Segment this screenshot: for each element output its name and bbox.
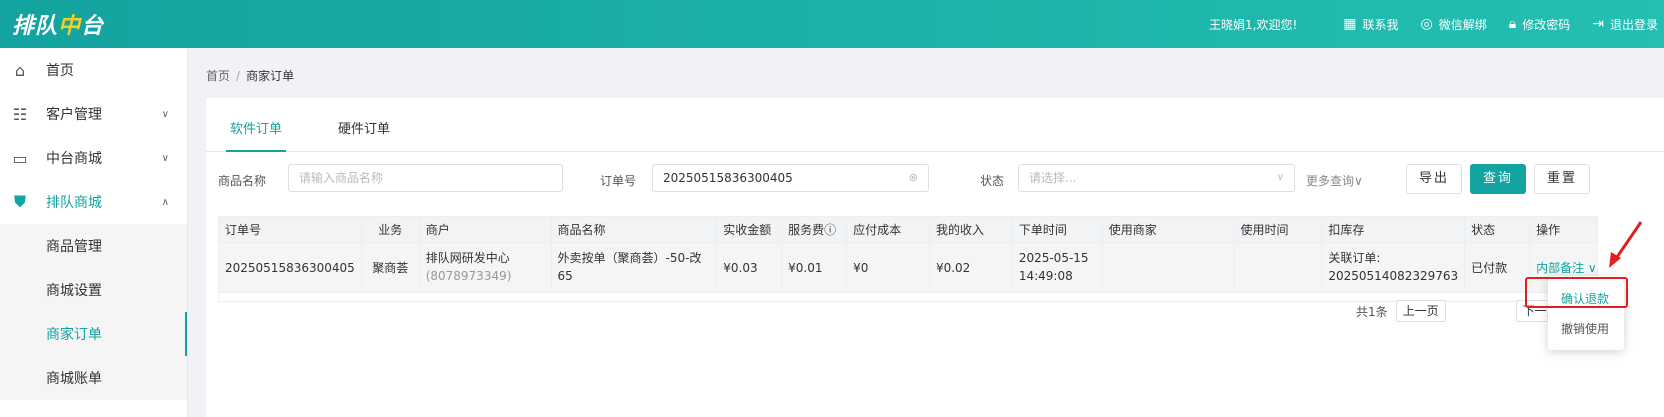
breadcrumb: 首页 / 商家订单	[206, 69, 295, 83]
chevron-down-icon: ∨	[161, 108, 169, 120]
pager-total: 共1条	[1356, 304, 1388, 319]
cancel-use-option[interactable]: 撤销使用	[1561, 320, 1609, 337]
status-label: 状态	[980, 174, 1005, 188]
internal-remark-link[interactable]: 内部备注	[1536, 261, 1584, 275]
order-tabs: 软件订单 硬件订单	[206, 98, 1664, 152]
top-header: 排队中台 王晓娟1,欢迎您! ▦ 联系我 ◎ 微信解绑 🔒︎ 修改密码 ⇥ 退出…	[0, 0, 1664, 48]
breadcrumb-current: 商家订单	[246, 69, 295, 83]
tab-hardware-orders[interactable]: 硬件订单	[334, 118, 394, 152]
sidebar-item-customer[interactable]: ☷ 客户管理 ∨	[0, 92, 187, 136]
chevron-up-icon: ∧	[161, 196, 169, 208]
sidebar-sub-product-mgmt[interactable]: 商品管理	[0, 224, 187, 268]
grid-icon: ▦	[1343, 16, 1357, 32]
sidebar-sub-store-bills[interactable]: 商城账单	[0, 356, 187, 400]
welcome-text: 王晓娟1,欢迎您!	[1209, 17, 1298, 32]
orders-table: 订单号 业务 商户 商品名称 实收金额 服务费ⓘ 应付成本 我的收入 下单时间 …	[218, 216, 1598, 302]
wechat-icon: ◎	[1420, 16, 1433, 32]
highlight-box	[1525, 277, 1628, 308]
breadcrumb-home[interactable]: 首页	[206, 69, 230, 83]
logout-link[interactable]: ⇥ 退出登录	[1592, 16, 1658, 33]
sidebar-item-store[interactable]: ▭ 中台商城 ∨	[0, 136, 187, 180]
shield-icon: ⛊	[13, 192, 26, 211]
sidebar-sub-store-settings[interactable]: 商城设置	[0, 268, 187, 312]
logout-icon: ⇥	[1592, 16, 1604, 32]
table-header: 订单号 业务 商户 商品名称 实收金额 服务费ⓘ 应付成本 我的收入 下单时间 …	[219, 217, 1597, 243]
chevron-down-icon[interactable]: ∨	[1588, 261, 1597, 275]
info-icon[interactable]: ⓘ	[824, 223, 836, 237]
product-name-input[interactable]: 请输入商品名称	[288, 164, 563, 192]
home-icon: ⌂	[14, 60, 26, 80]
product-name-label: 商品名称	[218, 174, 267, 188]
status-select[interactable]: 请选择... ∨	[1018, 164, 1295, 192]
order-no-label: 订单号	[600, 174, 637, 188]
query-button[interactable]: 查询	[1470, 164, 1526, 194]
clear-icon[interactable]: ⊗	[909, 165, 918, 191]
customer-icon: ☷	[12, 104, 28, 124]
reset-button[interactable]: 重置	[1534, 164, 1590, 194]
sidebar-item-queue-store[interactable]: ⛊ 排队商城 ∧	[0, 180, 187, 224]
sidebar-item-home[interactable]: ⌂ 首页	[0, 48, 187, 92]
wechat-unbind-link[interactable]: ◎ 微信解绑	[1421, 16, 1487, 33]
sidebar: ⌂ 首页 ☷ 客户管理 ∨ ▭ 中台商城 ∨ ⛊ 排队商城 ∧ 商品管理 商城设…	[0, 48, 188, 417]
logo: 排队中台	[12, 14, 105, 39]
contact-link[interactable]: ▦ 联系我	[1343, 16, 1398, 33]
red-arrow-annotation	[1609, 221, 1643, 268]
table-row: 20250515836300405 聚商荟 排队网研发中心 (807897334…	[219, 243, 1597, 293]
chevron-down-icon: ∨	[161, 152, 169, 164]
content-card: 软件订单 硬件订单 商品名称 请输入商品名称 订单号 2025051583630…	[206, 98, 1664, 417]
prev-page-button[interactable]: 上一页	[1395, 300, 1446, 322]
more-query-link[interactable]: 更多查询∨	[1306, 172, 1363, 189]
change-password-link[interactable]: 🔒︎ 修改密码	[1509, 16, 1570, 33]
chevron-down-icon: ∨	[1276, 172, 1284, 183]
order-no-input[interactable]: 20250515836300405 ⊗	[652, 164, 929, 192]
export-button[interactable]: 导出	[1406, 164, 1462, 194]
sidebar-sub-merchant-orders[interactable]: 商家订单	[0, 312, 187, 356]
tab-software-orders[interactable]: 软件订单	[226, 118, 287, 152]
store-icon: ▭	[12, 148, 28, 168]
lock-icon: 🔒︎	[1508, 16, 1517, 32]
